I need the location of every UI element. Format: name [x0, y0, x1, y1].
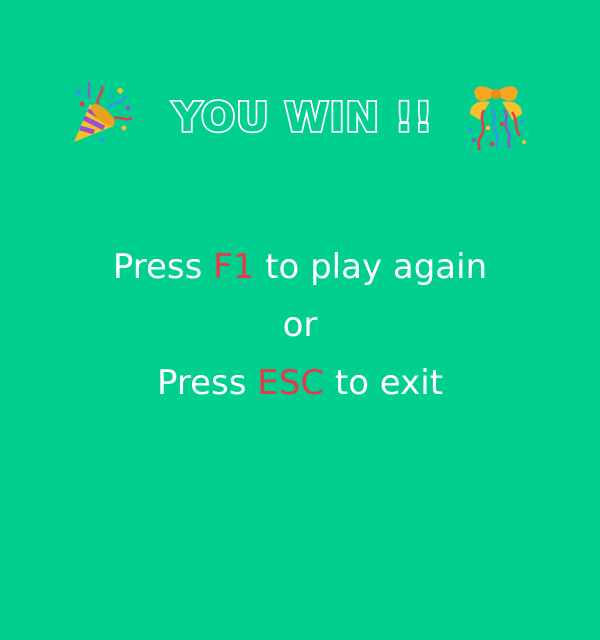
title-row: YOU WIN !! — [0, 74, 600, 154]
win-title: YOU WIN !! — [171, 93, 434, 143]
play-again-suffix: to play again — [254, 247, 488, 287]
exit-prefix: Press — [156, 363, 258, 403]
win-screen: YOU WIN !! Press F1 to play again or Pre… — [0, 0, 600, 640]
play-again-line: Press F1 to play again — [0, 238, 600, 296]
party-popper-icon — [74, 82, 133, 143]
exit-line: Press ESC to exit — [0, 354, 600, 412]
exit-key: ESC — [257, 363, 325, 403]
confetti-ball-icon — [467, 86, 526, 150]
exit-suffix: to exit — [324, 363, 444, 403]
instructions: Press F1 to play again or Press ESC to e… — [0, 238, 600, 412]
play-again-key: F1 — [213, 247, 255, 287]
play-again-prefix: Press — [112, 247, 214, 287]
or-line: or — [282, 305, 318, 345]
